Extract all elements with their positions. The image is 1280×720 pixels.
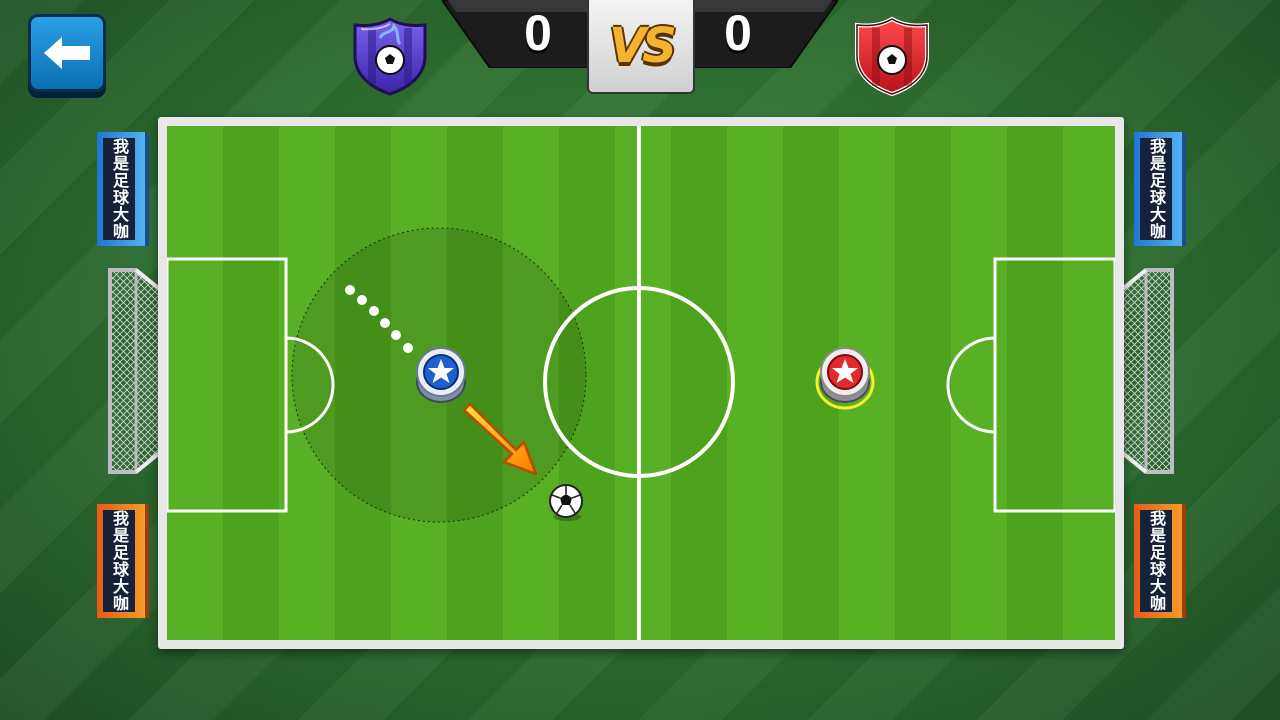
right-team-shield-icon [855,16,929,96]
scoreboard: 0 VS 0 [442,0,838,96]
left-team-score: 0 [524,5,552,61]
trajectory-dots [345,285,413,353]
sponsor-banner-bottom-left: 我是足球大咖 [97,504,149,618]
vs-label: VS [609,18,677,74]
sponsor-banner-bottom-right: 我是足球大咖 [1134,504,1186,618]
left-penalty-box [167,257,288,513]
back-button[interactable] [28,14,106,92]
sponsor-banner-top-right: 我是足球大咖 [1134,132,1186,246]
back-arrow-icon [44,37,90,69]
left-team-shield-icon [353,17,427,96]
blue-player-disc[interactable] [414,344,468,406]
sponsor-banner-top-left: 我是足球大咖 [97,132,149,246]
right-team-score: 0 [724,5,752,61]
red-player-disc[interactable] [814,344,876,412]
field-markings [167,126,1115,640]
shot-direction-arrow-icon [462,402,538,476]
right-penalty-box [993,257,1115,513]
soccer-ball-icon [549,484,583,521]
vs-badge: VS [587,0,695,94]
